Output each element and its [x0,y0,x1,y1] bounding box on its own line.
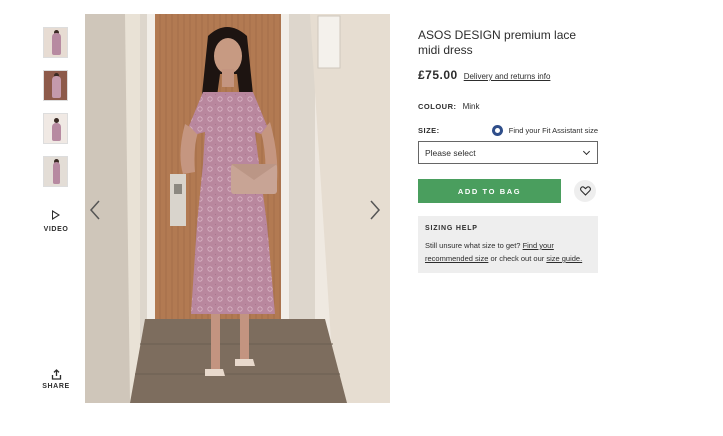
size-select-value: Please select [425,147,476,158]
recommended-size-link-part1[interactable]: Find your [523,241,554,250]
play-icon [52,210,60,220]
delivery-returns-link[interactable]: Delivery and returns info [464,72,551,81]
thumbnail-list [43,27,68,199]
share-label: SHARE [42,383,70,390]
bag-row: ADD TO BAG [418,179,598,203]
product-details: ASOS DESIGN premium lace midi dress £75.… [418,28,598,273]
share-icon [51,369,61,380]
fit-assistant-link[interactable]: Find your Fit Assistant size [491,125,598,136]
size-select[interactable]: Please select [418,141,598,164]
product-price: £75.00 [418,68,458,82]
size-label: SIZE: [418,126,440,135]
fit-assistant-label: Find your Fit Assistant size [508,126,598,135]
thumbnail-1[interactable] [43,27,68,58]
sizing-help-heading: SIZING HELP [425,225,478,232]
sizing-help-text-a: Still unsure what size to get? [425,241,523,250]
sizing-help-text-b: or check out our [488,254,547,263]
product-title-line2: midi dress [418,43,473,57]
product-title: ASOS DESIGN premium lace midi dress [418,28,598,58]
thumbnail-3[interactable] [43,113,68,144]
size-row: SIZE: Find your Fit Assistant size [418,125,598,136]
sizing-help-text: Still unsure what size to get? Find your… [425,239,591,265]
recommended-size-link-part2[interactable]: recommended size [425,254,488,263]
previous-image-arrow[interactable] [88,198,102,222]
chevron-right-icon [370,200,381,220]
add-to-bag-button[interactable]: ADD TO BAG [418,179,561,203]
fit-assistant-icon [491,125,503,136]
save-for-later-button[interactable] [574,180,596,202]
price-row: £75.00 Delivery and returns info [418,68,598,82]
colour-label: COLOUR: [418,102,457,111]
chevron-left-icon [89,200,100,220]
heart-icon [579,186,591,196]
next-image-arrow[interactable] [368,198,382,222]
chevron-down-icon [582,147,591,155]
video-button[interactable]: VIDEO [43,208,69,233]
sizing-help-box: SIZING HELP Still unsure what size to ge… [418,216,598,273]
size-guide-link[interactable]: size guide. [546,254,582,263]
share-button[interactable]: SHARE [42,369,70,390]
video-label: VIDEO [43,226,69,233]
thumbnail-4[interactable] [43,156,68,187]
product-title-line1: ASOS DESIGN premium lace [418,28,577,42]
thumbnail-2[interactable] [43,70,68,101]
colour-row: COLOUR: Mink [418,102,598,111]
colour-value: Mink [462,102,480,111]
product-image [85,14,390,403]
